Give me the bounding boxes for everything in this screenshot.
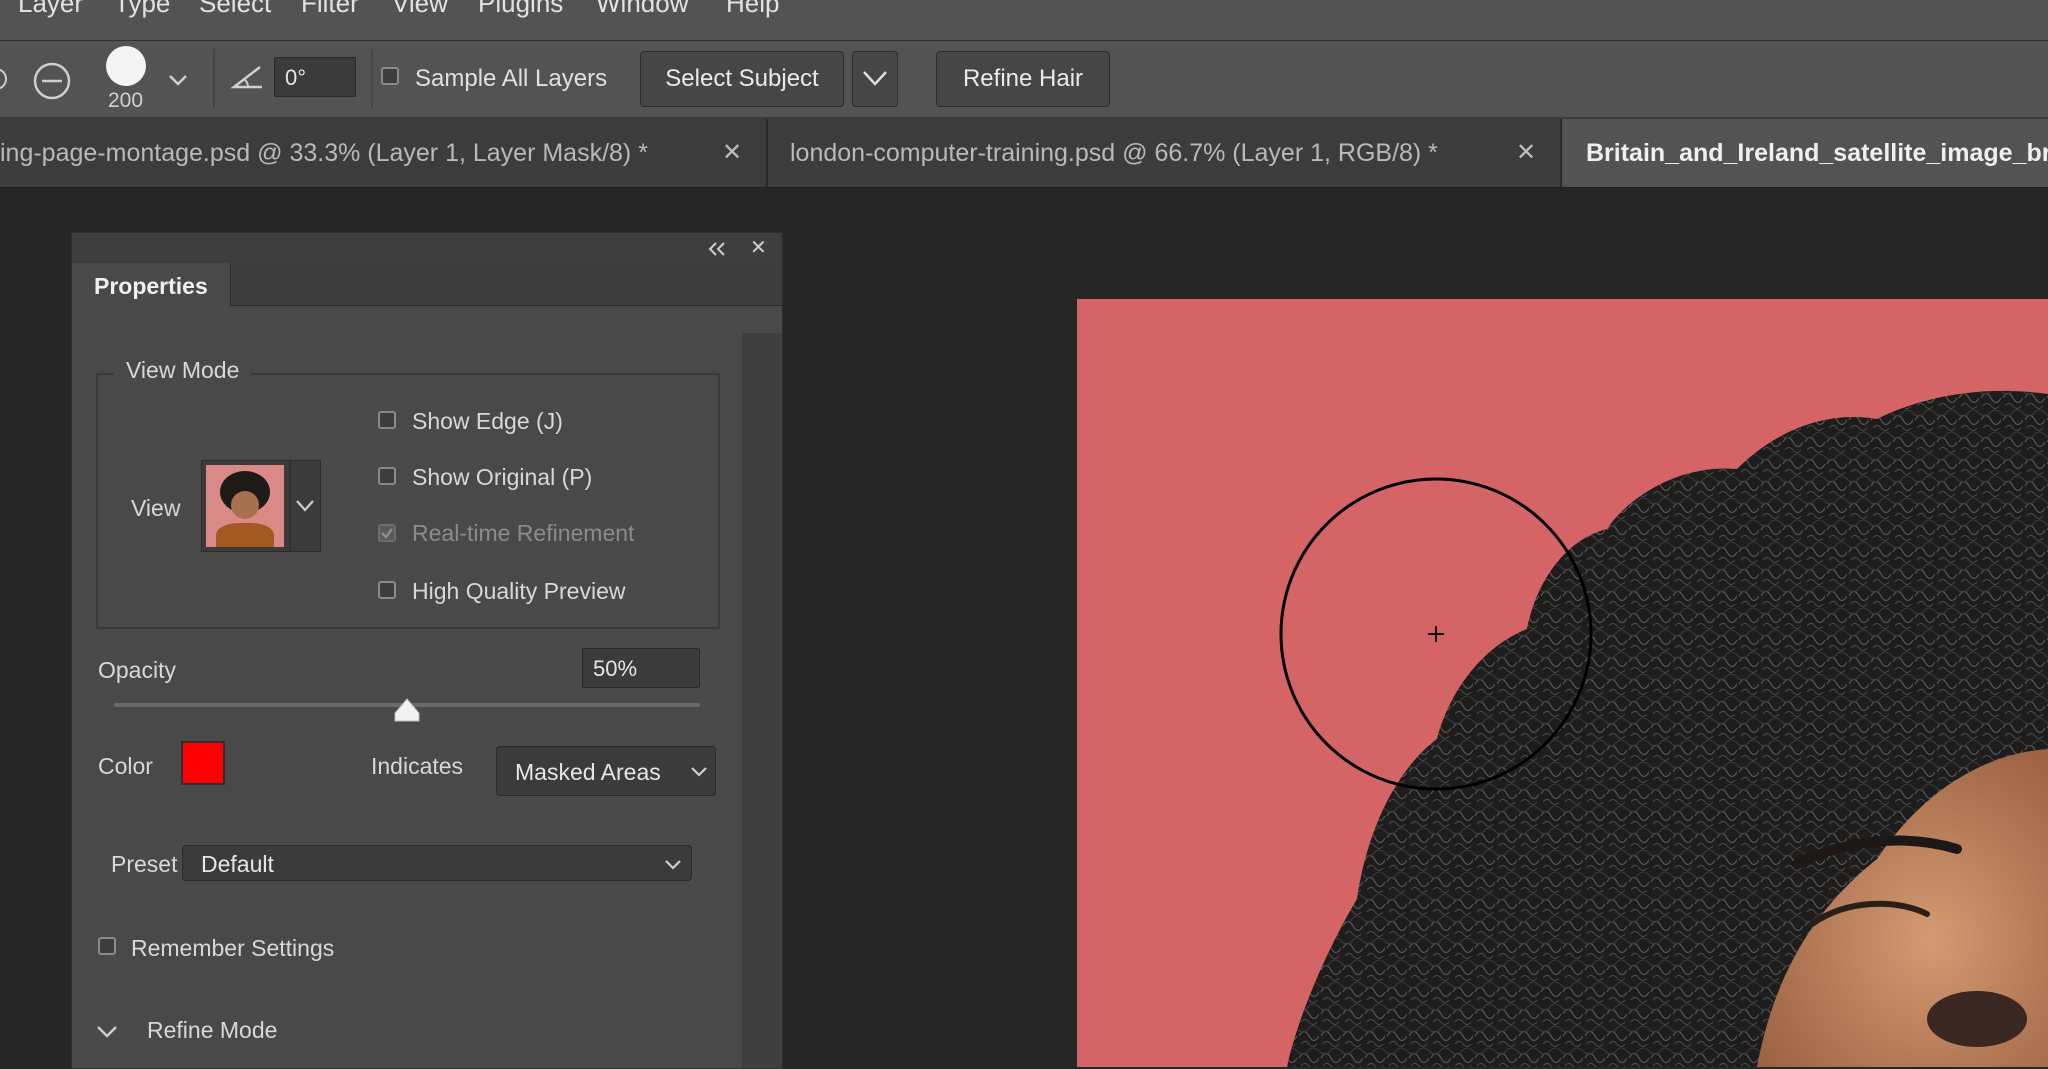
indicates-dropdown[interactable]: Masked Areas — [496, 746, 716, 796]
collapse-panel-icon[interactable] — [707, 241, 729, 257]
face-shape — [231, 491, 259, 519]
realtime-refinement-checkbox — [378, 524, 396, 542]
refine-mode-label[interactable]: Refine Mode — [147, 1017, 277, 1044]
select-subject-button[interactable]: Select Subject — [640, 51, 844, 107]
brush-size-label: 200 — [108, 89, 144, 112]
indicates-label: Indicates — [371, 753, 464, 779]
preset-value: Default — [201, 851, 274, 877]
remember-settings-checkbox[interactable] — [98, 937, 116, 955]
shirt-shape — [216, 523, 274, 547]
high-quality-preview-label: High Quality Preview — [412, 578, 626, 604]
sample-all-layers-label: Sample All Layers — [415, 65, 608, 92]
angle-icon — [230, 66, 262, 89]
opacity-input[interactable]: 50% — [582, 648, 700, 688]
panel-title: Properties — [94, 273, 208, 299]
close-icon[interactable]: ✕ — [722, 138, 742, 167]
color-label: Color — [98, 753, 153, 779]
sample-all-layers-checkbox[interactable] — [381, 67, 399, 85]
select-subject-dropdown[interactable] — [852, 51, 898, 107]
angle-input[interactable]: 0° — [274, 57, 356, 97]
subtract-brush-icon[interactable] — [32, 61, 72, 101]
menu-window[interactable]: Window — [596, 0, 688, 19]
menu-plugins[interactable]: Plugins — [478, 0, 563, 19]
indicates-value: Masked Areas — [515, 759, 661, 785]
checkmark-icon — [381, 528, 393, 539]
tab-label: ing-page-montage.psd @ 33.3% (Layer 1, L… — [0, 139, 648, 167]
realtime-refinement-label: Real-time Refinement — [412, 520, 635, 546]
divider — [213, 49, 215, 107]
chevron-down-icon[interactable] — [96, 1023, 118, 1041]
menu-filter[interactable]: Filter — [301, 0, 359, 19]
menu-view[interactable]: View — [392, 0, 448, 19]
tab-label: london-computer-training.psd @ 66.7% (La… — [790, 139, 1438, 167]
brush-picker-chevron-icon[interactable] — [166, 69, 190, 93]
tab-page-montage[interactable]: ing-page-montage.psd @ 33.3% (Layer 1, L… — [0, 119, 764, 187]
properties-panel: ✕ Properties View Mode View Show Edge (J… — [71, 232, 783, 1069]
preset-dropdown[interactable]: Default — [182, 845, 692, 881]
opacity-slider-thumb[interactable] — [393, 697, 421, 723]
brush-cursor-icon — [1279, 477, 1593, 791]
chevron-down-icon — [665, 860, 681, 870]
tab-london-computer-training[interactable]: london-computer-training.psd @ 66.7% (La… — [790, 119, 1560, 187]
close-panel-icon[interactable]: ✕ — [750, 235, 767, 260]
view-selector[interactable] — [201, 460, 321, 552]
view-label: View — [131, 495, 181, 521]
brush-mode-icon[interactable] — [0, 59, 12, 99]
menu-layer[interactable]: Layer — [18, 0, 83, 19]
show-original-checkbox[interactable] — [378, 467, 396, 485]
divider — [289, 461, 291, 551]
refine-hair-button[interactable]: Refine Hair — [936, 51, 1110, 107]
show-edge-checkbox[interactable] — [378, 411, 396, 429]
panel-scrollbar[interactable] — [742, 333, 782, 1068]
menu-select[interactable]: Select — [199, 0, 271, 19]
tab-britain-satellite[interactable]: Britain_and_Ireland_satellite_image_br — [1562, 119, 2048, 187]
opacity-label: Opacity — [98, 657, 176, 683]
document-canvas[interactable] — [1077, 299, 2048, 1067]
brush-preview-icon[interactable] — [106, 46, 146, 86]
menu-help[interactable]: Help — [726, 0, 779, 19]
show-edge-label: Show Edge (J) — [412, 408, 563, 434]
chevron-down-icon — [863, 71, 887, 86]
view-thumbnail — [206, 465, 284, 547]
document-tabs: ing-page-montage.psd @ 33.3% (Layer 1, L… — [0, 119, 2048, 188]
tab-divider — [766, 119, 768, 187]
chevron-down-icon — [296, 500, 314, 512]
tab-properties[interactable]: Properties — [72, 263, 231, 307]
menu-bar: Layer Type Select Filter View Plugins Wi… — [0, 0, 2048, 41]
preset-label: Preset — [111, 851, 178, 877]
divider — [371, 49, 373, 107]
remember-settings-label: Remember Settings — [131, 935, 335, 961]
options-bar: 200 0° Sample All Layers Select Subject … — [0, 41, 2048, 119]
menu-type[interactable]: Type — [114, 0, 170, 19]
show-original-label: Show Original (P) — [412, 464, 593, 490]
view-mode-label: View Mode — [114, 357, 252, 384]
overlay-color-swatch[interactable] — [181, 741, 225, 785]
tab-label: Britain_and_Ireland_satellite_image_br — [1586, 139, 2048, 167]
close-icon[interactable]: ✕ — [1516, 138, 1536, 167]
high-quality-preview-checkbox[interactable] — [378, 581, 396, 599]
view-mode-group — [96, 373, 720, 629]
panel-header: ✕ — [72, 233, 782, 263]
chevron-down-icon — [691, 767, 707, 777]
